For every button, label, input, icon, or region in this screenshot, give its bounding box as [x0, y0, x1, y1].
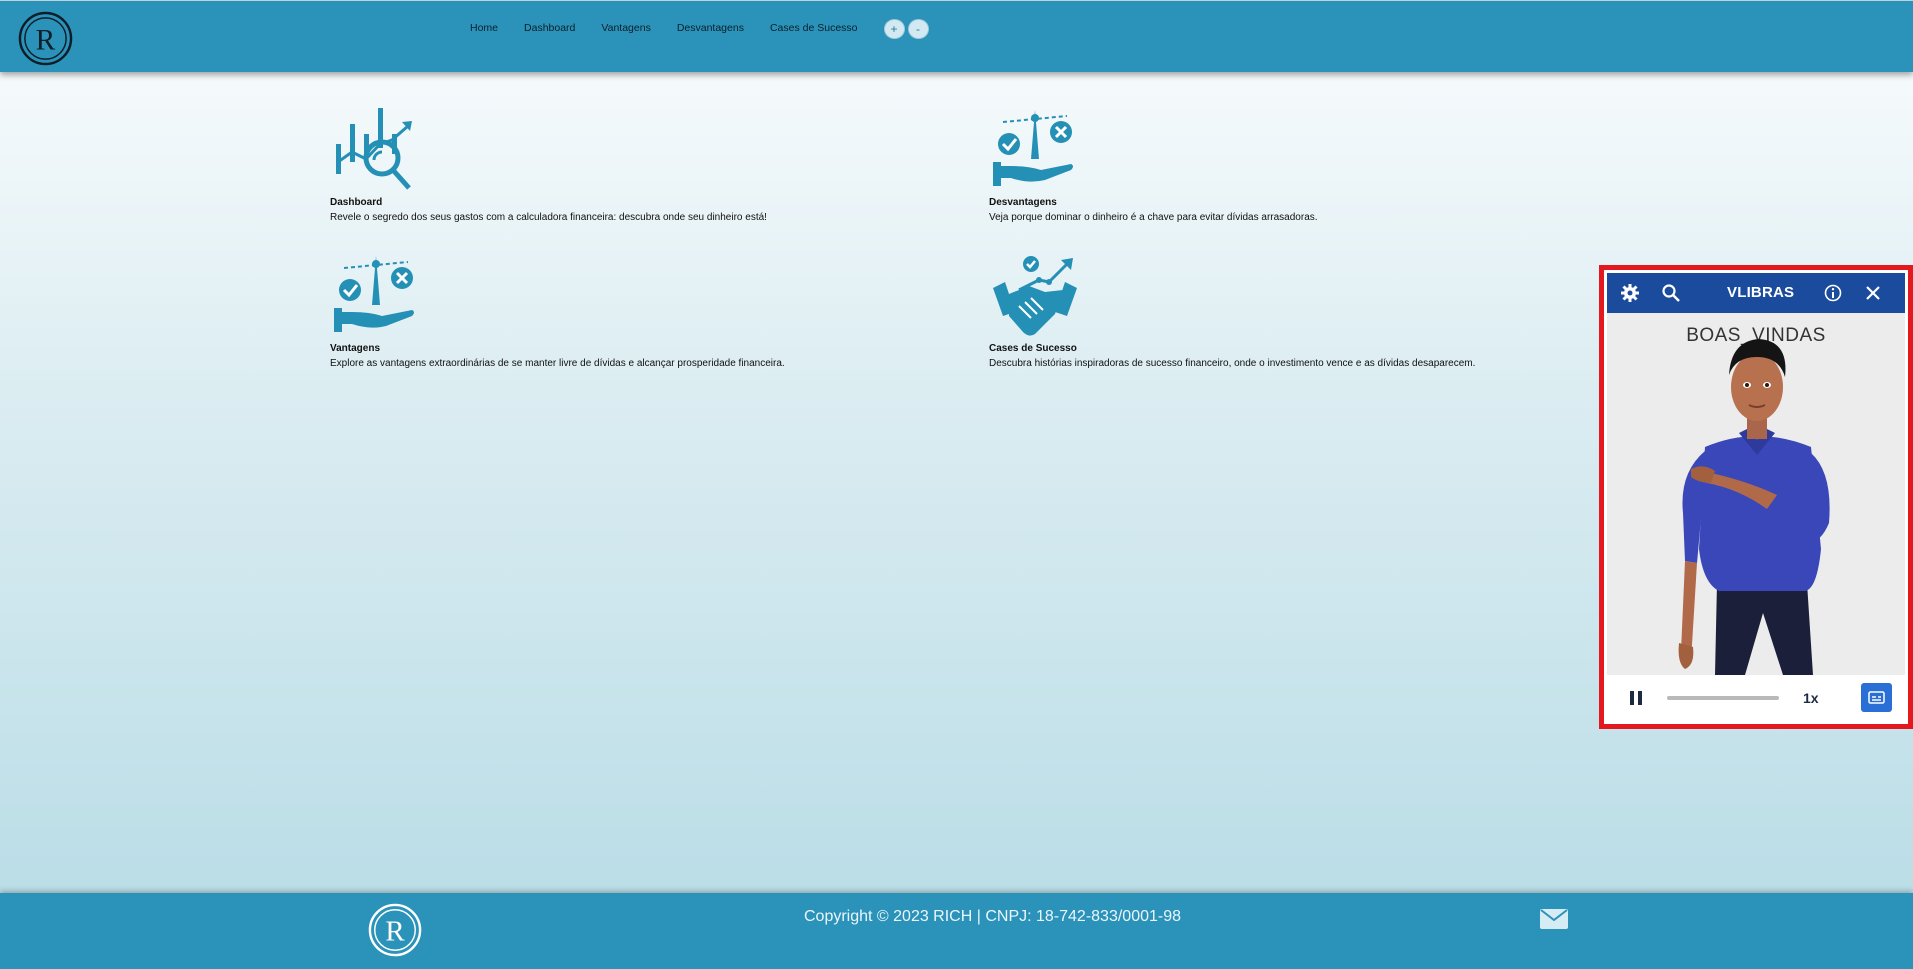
- zoom-out-button[interactable]: -: [907, 19, 929, 39]
- nav-vantagens[interactable]: Vantagens: [601, 22, 650, 34]
- nav-home[interactable]: Home: [470, 22, 498, 34]
- search-icon[interactable]: [1661, 283, 1681, 303]
- footer: R Copyright © 2023 RICH | CNPJ: 18-742-8…: [0, 893, 1913, 969]
- nav-dashboard[interactable]: Dashboard: [524, 22, 575, 34]
- card-cases-de-sucesso[interactable]: Cases de Sucesso Descubra histórias insp…: [989, 250, 1589, 369]
- subtitles-button[interactable]: [1861, 683, 1892, 712]
- info-icon[interactable]: [1823, 283, 1843, 303]
- vlibras-controls: 1x: [1607, 675, 1905, 721]
- subtitles-icon: [1868, 691, 1885, 704]
- card-title: Vantagens: [330, 343, 381, 354]
- card-description: Revele o segredo dos seus gastos com a c…: [330, 212, 767, 223]
- header: R Home Dashboard Vantagens Desvantagens …: [0, 0, 1913, 72]
- scale-hand-icon: [334, 256, 414, 332]
- card-title: Cases de Sucesso: [989, 343, 1077, 354]
- card-description: Descubra histórias inspiradoras de suces…: [989, 358, 1476, 369]
- card-description: Explore as vantagens extraordinárias de …: [330, 358, 785, 369]
- vlibras-speed-button[interactable]: 1x: [1803, 690, 1819, 706]
- handshake-growth-icon: [993, 256, 1077, 336]
- font-size-controls: + -: [883, 19, 929, 39]
- card-title: Dashboard: [330, 197, 383, 208]
- card-vantagens[interactable]: Vantagens Explore as vantagens extraordi…: [330, 250, 930, 369]
- scale-hand-icon: [993, 110, 1073, 186]
- svg-text:R: R: [36, 24, 56, 56]
- close-icon[interactable]: [1863, 283, 1883, 303]
- chart-magnifier-icon: [336, 108, 412, 190]
- zoom-in-button[interactable]: +: [883, 19, 905, 39]
- card-dashboard[interactable]: Dashboard Revele o segredo dos seus gast…: [330, 104, 930, 223]
- gear-icon[interactable]: [1620, 283, 1640, 303]
- sign-language-avatar: [1678, 339, 1830, 675]
- footer-copyright: Copyright © 2023 RICH | CNPJ: 18-742-833…: [803, 908, 1182, 925]
- mail-icon[interactable]: [1540, 909, 1568, 929]
- vlibras-title: VLIBRAS: [1727, 284, 1795, 301]
- nav-desvantagens[interactable]: Desvantagens: [677, 22, 744, 34]
- card-title: Desvantagens: [989, 197, 1057, 208]
- vlibras-progress-bar[interactable]: [1667, 696, 1779, 700]
- vlibras-widget: VLIBRAS BOAS_VINDAS 1x: [1599, 265, 1913, 729]
- vlibras-topbar: VLIBRAS: [1607, 273, 1905, 313]
- card-description: Veja porque dominar o dinheiro é a chave…: [989, 212, 1318, 223]
- main-nav: Home Dashboard Vantagens Desvantagens Ca…: [470, 18, 929, 39]
- rich-logo[interactable]: R: [18, 11, 73, 66]
- pause-icon[interactable]: [1629, 691, 1643, 705]
- card-desvantagens[interactable]: Desvantagens Veja porque dominar o dinhe…: [989, 104, 1589, 223]
- nav-cases-de-sucesso[interactable]: Cases de Sucesso: [770, 22, 858, 34]
- vlibras-avatar-stage: BOAS_VINDAS: [1607, 313, 1905, 675]
